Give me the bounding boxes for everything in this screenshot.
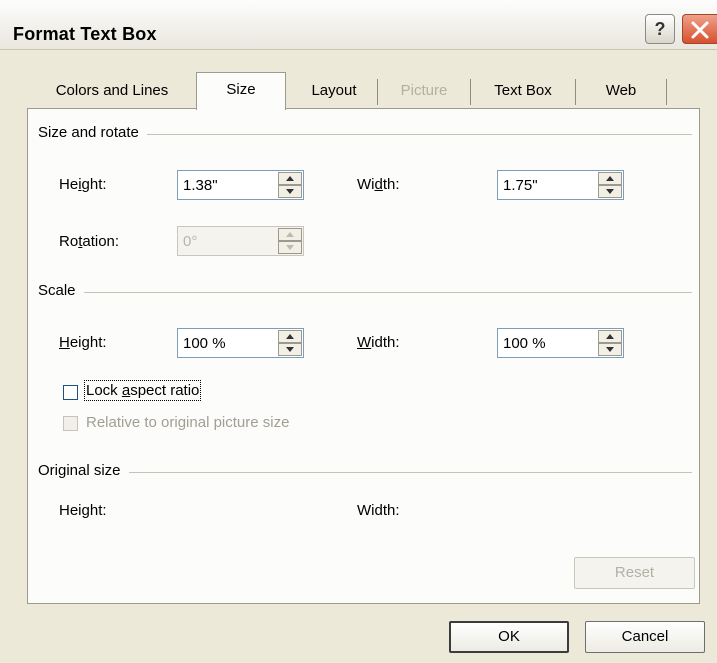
cancel-button[interactable]: Cancel [585,621,705,653]
spin-down-button[interactable] [598,185,622,198]
section-original-size: Original size [38,462,129,479]
section-divider [38,472,692,473]
tab-web[interactable]: Web [576,76,667,108]
height-label: Height: [59,176,107,193]
size-tab-panel: Size and rotate Height: 1.38" Width: 1.7… [27,108,700,604]
close-icon [691,21,709,39]
original-height-label: Height: [59,502,107,519]
title-bar: Format Text Box ? [0,0,717,50]
lock-aspect-ratio-label[interactable]: Lock aspect ratio [83,380,202,401]
width-input[interactable]: 1.75" [503,177,538,194]
spin-up-button[interactable] [598,172,622,185]
scale-width-label: Width: [357,334,400,351]
lock-aspect-ratio-checkbox[interactable] [63,385,78,400]
help-icon: ? [654,19,666,39]
relative-size-checkbox [63,416,78,431]
scale-width-input[interactable]: 100 % [503,335,546,352]
original-width-label: Width: [357,502,400,519]
scale-height-input[interactable]: 100 % [183,335,226,352]
spin-up-button[interactable] [278,330,302,343]
help-button[interactable]: ? [645,14,675,44]
spin-up-button[interactable] [278,172,302,185]
relative-size-label: Relative to original picture size [86,414,290,431]
ok-button[interactable]: OK [449,621,569,653]
tab-layout[interactable]: Layout [291,76,378,108]
tab-colors-and-lines[interactable]: Colors and Lines [28,76,196,108]
height-input[interactable]: 1.38" [183,177,218,194]
rotation-label: Rotation: [59,233,120,250]
scale-height-label: Height: [59,334,107,351]
tab-picture: Picture [378,76,471,108]
close-button[interactable] [682,14,717,44]
section-scale: Scale [38,282,84,299]
tab-label: Size [226,81,256,98]
tab-text-box[interactable]: Text Box [471,76,576,108]
spin-down-button[interactable] [598,343,622,356]
dialog-title: Format Text Box [13,24,157,44]
tab-label: Picture [400,82,448,99]
spin-down-button[interactable] [278,343,302,356]
tab-label: Layout [311,82,357,99]
tab-label: Web [605,82,637,99]
reset-button: Reset [574,557,695,589]
scale-height-spinner[interactable]: 100 % [177,328,304,358]
tab-label: Text Box [494,82,552,99]
spin-up-button[interactable] [598,330,622,343]
spin-up-button [278,228,302,241]
width-spinner[interactable]: 1.75" [497,170,624,200]
rotation-spinner: 0° [177,226,304,256]
spin-down-button[interactable] [278,185,302,198]
section-size-rotate: Size and rotate [38,124,147,141]
height-spinner[interactable]: 1.38" [177,170,304,200]
tab-size[interactable]: Size [196,72,286,110]
rotation-input: 0° [183,233,198,250]
scale-width-spinner[interactable]: 100 % [497,328,624,358]
width-label: Width: [357,176,400,193]
section-divider [38,292,692,293]
spin-down-button [278,241,302,254]
tab-label: Colors and Lines [55,82,169,99]
